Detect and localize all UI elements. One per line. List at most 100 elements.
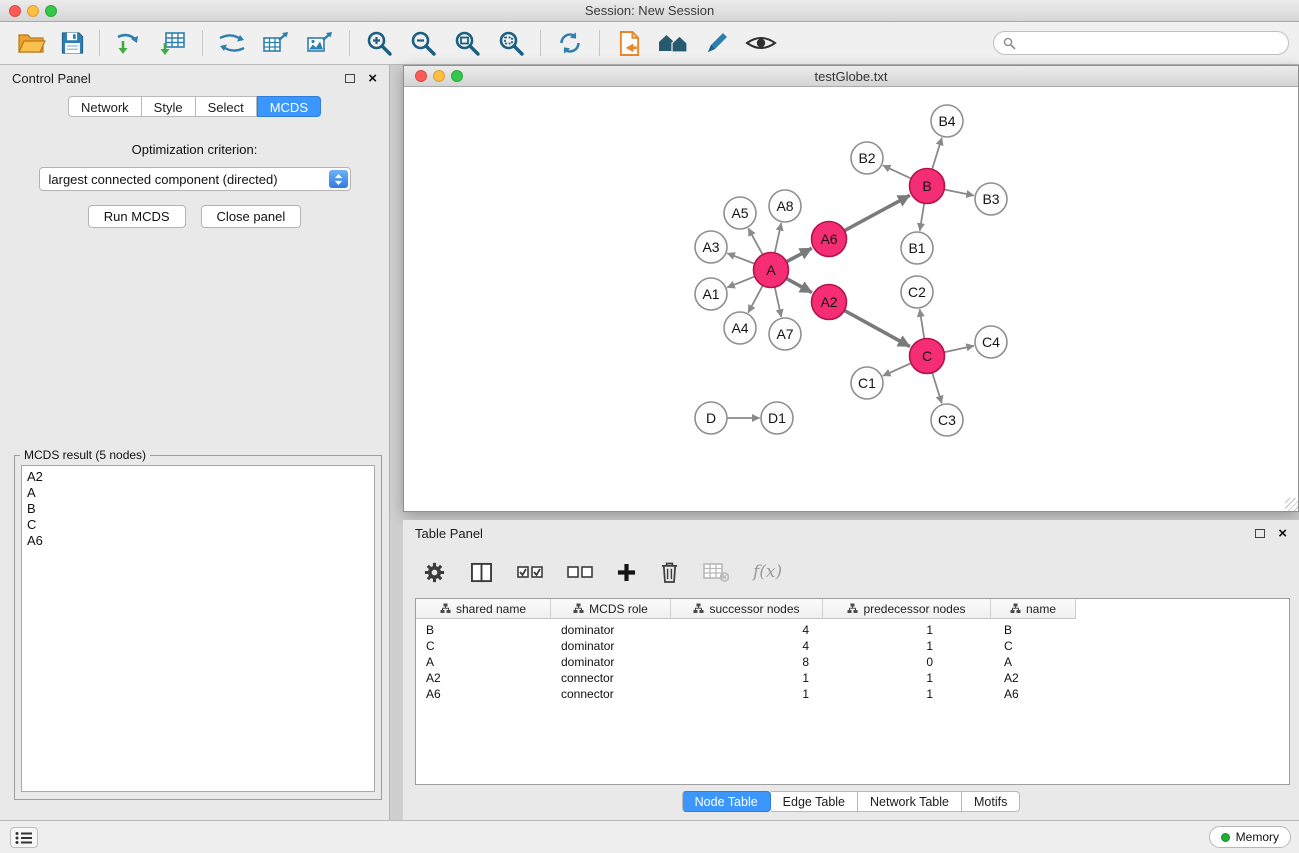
graph-edge[interactable]	[920, 203, 924, 231]
graph-edge[interactable]	[786, 248, 811, 262]
graph-edge[interactable]	[748, 228, 762, 254]
graph-edge[interactable]	[920, 309, 925, 339]
minimize-window-button[interactable]	[433, 70, 445, 82]
table-tab-node-table[interactable]: Node Table	[682, 791, 771, 812]
mcds-result-item[interactable]: A	[27, 485, 369, 501]
graph-edge[interactable]	[775, 223, 782, 253]
graph-node[interactable]: D	[695, 402, 727, 434]
tab-select[interactable]: Select	[196, 96, 257, 117]
zoom-in-button[interactable]	[357, 26, 401, 60]
graph-edge[interactable]	[883, 363, 911, 376]
network-window-titlebar[interactable]: testGlobe.txt	[404, 66, 1298, 87]
graph-node[interactable]: A8	[769, 190, 801, 222]
graph-edge[interactable]	[786, 278, 812, 292]
column-header-successor-nodes[interactable]: successor nodes	[671, 599, 823, 619]
mcds-result-item[interactable]: C	[27, 517, 369, 533]
table-tab-network-table[interactable]: Network Table	[858, 791, 962, 812]
graph-node[interactable]: A5	[724, 197, 756, 229]
close-panel-button[interactable]: Close panel	[201, 205, 302, 228]
table-row[interactable]: Cdominator41C	[416, 638, 1289, 654]
node-table[interactable]: shared nameMCDS rolesuccessor nodesprede…	[415, 598, 1290, 785]
graph-node-mcds[interactable]: C	[910, 339, 945, 374]
mcds-result-item[interactable]: B	[27, 501, 369, 517]
graph-edge[interactable]	[944, 189, 974, 195]
graph-node[interactable]: B4	[931, 105, 963, 137]
toolbar-search-field[interactable]	[993, 31, 1289, 55]
add-column-button[interactable]	[617, 563, 636, 582]
graph-node[interactable]: C3	[931, 404, 963, 436]
optimization-criterion-dropdown[interactable]: largest connected component (directed)	[39, 167, 351, 191]
graph-edge[interactable]	[775, 287, 782, 317]
network-canvas[interactable]: B4B2BB3A5A8A6B1A3AC2A1A2A4A7C4CC1C3DD1	[404, 87, 1298, 511]
new-network-button[interactable]	[210, 26, 254, 60]
float-panel-icon[interactable]	[345, 74, 355, 83]
graph-edge[interactable]	[944, 346, 974, 353]
close-window-button[interactable]	[415, 70, 427, 82]
mcds-result-list[interactable]: A2ABCA6	[21, 465, 375, 792]
graph-node[interactable]: A7	[769, 318, 801, 350]
graph-edge[interactable]	[932, 373, 942, 404]
table-tab-edge-table[interactable]: Edge Table	[771, 791, 858, 812]
table-settings-button[interactable]	[423, 561, 446, 584]
show-columns-button[interactable]	[470, 562, 493, 583]
close-window-button[interactable]	[9, 5, 21, 17]
task-history-button[interactable]	[10, 827, 38, 848]
network-graph[interactable]: B4B2BB3A5A8A6B1A3AC2A1A2A4A7C4CC1C3DD1	[404, 87, 1298, 511]
graph-node[interactable]: A1	[695, 278, 727, 310]
minimize-window-button[interactable]	[27, 5, 39, 17]
graph-node[interactable]: C4	[975, 326, 1007, 358]
graph-edge[interactable]	[727, 276, 755, 287]
zoom-selected-button[interactable]	[489, 26, 533, 60]
search-input[interactable]	[1022, 36, 1279, 50]
deselect-all-columns-button[interactable]	[567, 565, 593, 579]
mcds-result-item[interactable]: A2	[27, 469, 369, 485]
graph-node[interactable]: D1	[761, 402, 793, 434]
graph-node[interactable]: A4	[724, 312, 756, 344]
zoom-window-button[interactable]	[45, 5, 57, 17]
graph-edge[interactable]	[844, 195, 909, 230]
zoom-fit-button[interactable]	[445, 26, 489, 60]
graph-node[interactable]: B1	[901, 232, 933, 264]
delete-table-button[interactable]	[703, 562, 729, 582]
graph-node[interactable]: A3	[695, 231, 727, 263]
select-all-columns-button[interactable]	[517, 565, 543, 579]
tab-network[interactable]: Network	[68, 96, 142, 117]
table-row[interactable]: A6connector11A6	[416, 686, 1289, 702]
run-mcds-button[interactable]: Run MCDS	[88, 205, 186, 228]
graph-node-mcds[interactable]: A6	[812, 222, 847, 257]
save-session-button[interactable]	[52, 26, 92, 60]
graph-node-mcds[interactable]: A2	[812, 285, 847, 320]
open-session-button[interactable]	[12, 26, 52, 60]
tab-style[interactable]: Style	[142, 96, 196, 117]
graph-node[interactable]: C1	[851, 367, 883, 399]
graph-edge[interactable]	[932, 138, 942, 170]
graph-edge[interactable]	[727, 253, 754, 264]
import-table-from-file-button[interactable]	[151, 26, 195, 60]
column-header-predecessor-nodes[interactable]: predecessor nodes	[823, 599, 991, 619]
column-header-shared-name[interactable]: shared name	[416, 599, 551, 619]
new-network-from-table-button[interactable]	[254, 26, 298, 60]
graph-edge[interactable]	[883, 165, 911, 178]
column-header-MCDS-role[interactable]: MCDS role	[551, 599, 671, 619]
table-tab-motifs[interactable]: Motifs	[962, 791, 1020, 812]
graph-node[interactable]: B3	[975, 183, 1007, 215]
function-builder-button[interactable]: f(x)	[753, 562, 782, 582]
graph-edge[interactable]	[748, 285, 763, 312]
zoom-window-button[interactable]	[451, 70, 463, 82]
table-row[interactable]: A2connector11A2	[416, 670, 1289, 686]
close-panel-icon[interactable]: ×	[1278, 526, 1287, 541]
zoom-out-button[interactable]	[401, 26, 445, 60]
graph-node[interactable]: B2	[851, 142, 883, 174]
memory-button[interactable]: Memory	[1209, 826, 1291, 848]
import-network-from-file-button[interactable]	[107, 26, 151, 60]
tab-mcds[interactable]: MCDS	[257, 96, 321, 117]
close-panel-icon[interactable]: ×	[368, 71, 377, 86]
annotations-button[interactable]	[695, 26, 739, 60]
window-resize-grip[interactable]	[1285, 498, 1298, 511]
open-recent-button[interactable]	[607, 26, 651, 60]
graph-node-mcds[interactable]: A	[754, 253, 789, 288]
graph-node-mcds[interactable]: B	[910, 169, 945, 204]
mcds-result-item[interactable]: A6	[27, 533, 369, 549]
column-header-name[interactable]: name	[991, 599, 1076, 619]
delete-column-button[interactable]	[660, 561, 679, 584]
